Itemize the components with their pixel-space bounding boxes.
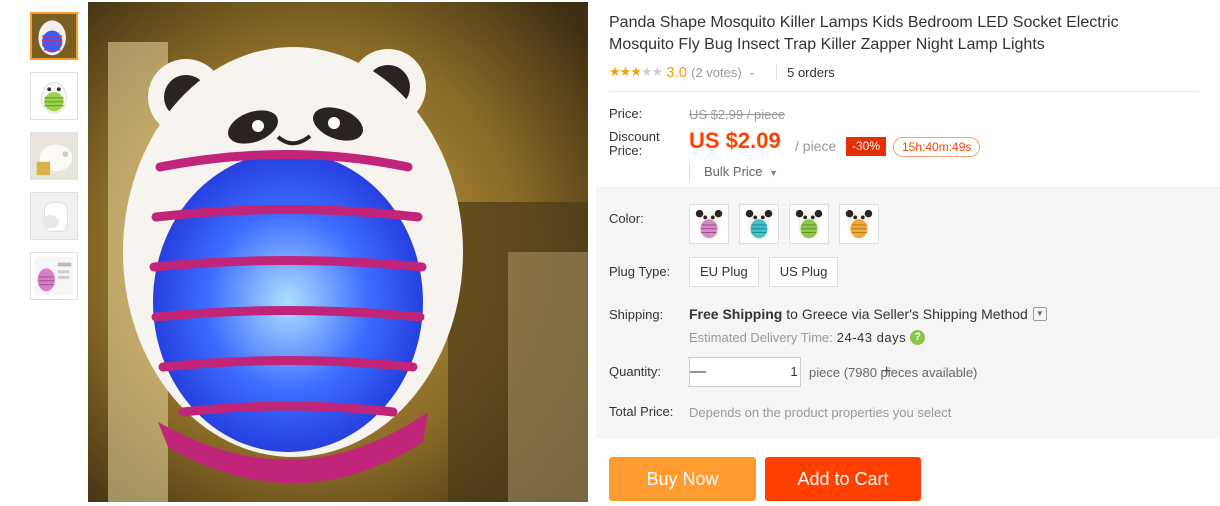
countdown-timer: 15h:40m:49s <box>893 137 981 157</box>
thumbnail-list <box>30 12 80 312</box>
chevron-down-icon[interactable]: ⌄ <box>748 67 756 78</box>
shipping-method[interactable]: Free Shipping to Greece via Seller's Shi… <box>689 306 1047 322</box>
chevron-down-icon[interactable]: ▼ <box>1032 307 1047 321</box>
buy-now-button[interactable]: Buy Now <box>609 457 756 501</box>
plug-option-us[interactable]: US Plug <box>768 257 839 287</box>
original-price: US $2.99 / piece <box>689 107 786 122</box>
star-empty-icon: ★★ <box>640 64 663 79</box>
current-price: US $2.09 <box>689 128 781 153</box>
shipping-via-text: via Seller's Shipping Method <box>847 306 1028 322</box>
free-shipping-text: Free Shipping <box>689 306 783 322</box>
color-option-green[interactable] <box>789 204 829 244</box>
plug-options: EU Plug US Plug <box>689 257 839 287</box>
thumbnail-2[interactable] <box>30 72 78 120</box>
total-price-value: Depends on the product properties you se… <box>689 405 952 420</box>
votes-count[interactable]: (2 votes) <box>691 65 742 80</box>
divider <box>609 91 1199 92</box>
estimated-delivery-days: 24-43 days <box>836 330 907 345</box>
add-to-cart-button[interactable]: Add to Cart <box>765 457 921 501</box>
product-info-panel: Panda Shape Mosquito Killer Lamps Kids B… <box>596 0 1220 506</box>
color-option-pink[interactable] <box>689 204 729 244</box>
quantity-stepper: — + <box>689 357 891 387</box>
price-unit: / piece <box>795 138 837 154</box>
bulk-price-dropdown[interactable]: Bulk Price ▼ <box>689 163 778 181</box>
estimated-delivery-label: Estimated Delivery Time: <box>689 330 833 345</box>
bulk-price-label: Bulk Price <box>704 164 763 179</box>
product-title: Panda Shape Mosquito Killer Lamps Kids B… <box>609 14 1119 53</box>
product-page: Panda Shape Mosquito Killer Lamps Kids B… <box>0 0 1220 506</box>
quantity-label: Quantity: <box>609 364 662 379</box>
color-options <box>689 204 879 244</box>
estimated-delivery: Estimated Delivery Time: 24-43 days ? <box>689 330 926 345</box>
price-label: Price: <box>609 106 643 121</box>
shipping-label: Shipping: <box>609 307 664 322</box>
thumbnail-4[interactable] <box>30 192 78 240</box>
shipping-to-text: to <box>782 306 802 322</box>
caret-down-icon: ▼ <box>769 168 779 178</box>
plug-option-eu[interactable]: EU Plug <box>689 257 759 287</box>
plug-type-label: Plug Type: <box>609 264 671 279</box>
thumbnail-5[interactable] <box>30 252 78 300</box>
rating-value: 3.0 <box>666 63 688 81</box>
divider <box>776 65 778 79</box>
help-icon[interactable]: ? <box>910 330 926 345</box>
thumbnail-3[interactable] <box>30 132 78 180</box>
color-label: Color: <box>609 211 644 226</box>
thumbnail-1[interactable] <box>30 12 78 60</box>
orders-count: 5 orders <box>787 64 835 80</box>
color-option-orange[interactable] <box>839 204 879 244</box>
shipping-country: Greece <box>801 306 848 322</box>
available-pieces: piece (7980 pieces available) <box>809 365 978 380</box>
main-product-image[interactable] <box>88 2 588 502</box>
discount-badge: -30% <box>846 137 886 156</box>
rating-row: ★★★★★ 3.0 (2 votes) ⌄ 5 orders <box>609 62 835 82</box>
star-rating[interactable]: ★★★★★ <box>609 64 663 80</box>
quantity-decrease-button[interactable]: — <box>690 358 706 386</box>
total-price-label: Total Price: <box>609 404 674 419</box>
discount-price-label: Discount Price: <box>609 129 660 158</box>
star-icon: ★★★ <box>609 64 642 79</box>
color-option-teal[interactable] <box>739 204 779 244</box>
